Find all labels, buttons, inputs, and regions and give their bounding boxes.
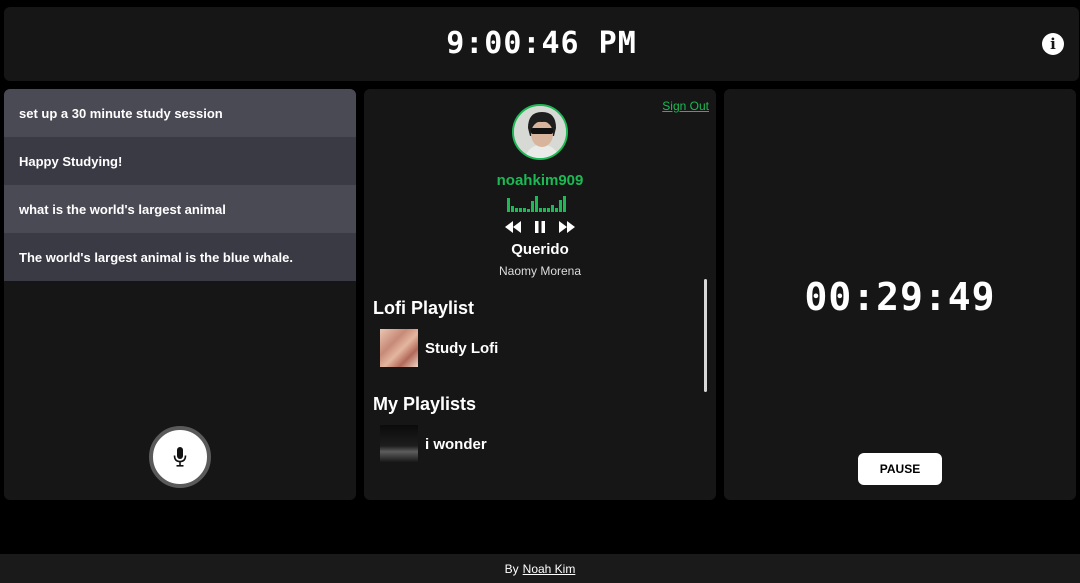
lofi-playlist-heading: Lofi Playlist bbox=[373, 298, 475, 318]
chat-message-assistant: Happy Studying! bbox=[4, 137, 356, 185]
playlist-item[interactable]: Study Lofi bbox=[380, 329, 498, 367]
playlist-name: Study Lofi bbox=[425, 339, 499, 357]
track-artist: Naomy Morena bbox=[498, 264, 582, 278]
pause-button[interactable]: PAUSE bbox=[858, 453, 942, 485]
playlist-name: i wonder bbox=[425, 435, 487, 453]
my-playlists-heading: My Playlists bbox=[373, 394, 477, 414]
spotify-username: noahkim909 bbox=[496, 172, 584, 189]
microphone-button[interactable] bbox=[149, 426, 211, 488]
author-link[interactable]: Noah Kim bbox=[523, 562, 576, 576]
study-timer-panel: 00:29:49 PAUSE bbox=[724, 89, 1076, 500]
playback-controls bbox=[504, 220, 576, 234]
info-icon[interactable]: i bbox=[1042, 33, 1064, 55]
header-bar: 9:00:46 PM i bbox=[4, 7, 1079, 81]
track-title: Querido bbox=[511, 241, 569, 258]
footer-by-text: By bbox=[504, 561, 519, 576]
avatar-image bbox=[514, 106, 566, 158]
music-player-panel: Sign Out noahkim909 Querido Naomy Morena… bbox=[364, 89, 716, 500]
chat-message-assistant: The world's largest animal is the blue w… bbox=[4, 233, 356, 281]
pause-icon[interactable] bbox=[531, 220, 549, 234]
avatar bbox=[512, 104, 568, 160]
footer: By Noah Kim bbox=[0, 554, 1080, 583]
chat-message-user: set up a 30 minute study session bbox=[4, 89, 356, 137]
chat-message-user: what is the world's largest animal bbox=[4, 185, 356, 233]
countdown-timer: 00:29:49 bbox=[804, 275, 996, 319]
playlist-cover bbox=[380, 329, 418, 367]
playlist-scrollbar[interactable] bbox=[704, 279, 707, 392]
rewind-icon[interactable] bbox=[504, 220, 522, 234]
sign-out-link[interactable]: Sign Out bbox=[662, 99, 709, 113]
playlist-cover bbox=[380, 425, 418, 463]
playlist-item[interactable]: i wonder bbox=[380, 425, 487, 463]
assistant-chat-panel: set up a 30 minute study session Happy S… bbox=[4, 89, 356, 500]
equalizer-visualizer bbox=[507, 196, 573, 212]
microphone-icon bbox=[173, 447, 187, 467]
fast-forward-icon[interactable] bbox=[558, 220, 576, 234]
current-time: 9:00:46 PM bbox=[446, 26, 637, 61]
